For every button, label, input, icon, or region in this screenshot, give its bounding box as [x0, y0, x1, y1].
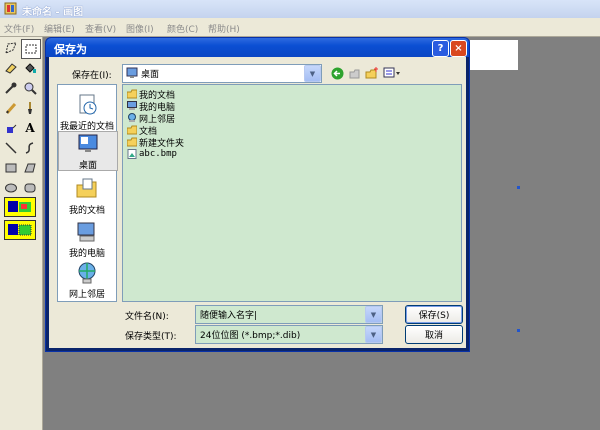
- save-in-combo[interactable]: 桌面 ▼: [122, 64, 322, 83]
- rect-select-icon[interactable]: [21, 39, 41, 59]
- my-computer-icon: [75, 220, 99, 244]
- paint-title-bar: 未命名 - 画图: [0, 0, 600, 18]
- network-icon: [127, 113, 137, 123]
- file-list[interactable]: 我的文档 我的电脑 网上邻居 文档 新建文件夹 abc.bmp: [122, 84, 462, 302]
- close-button[interactable]: ×: [450, 40, 467, 57]
- desktop-icon: [76, 132, 100, 156]
- list-item[interactable]: 我的电脑: [127, 100, 175, 113]
- save-in-value: 桌面: [141, 70, 160, 80]
- brush-icon[interactable]: [21, 99, 39, 117]
- list-item[interactable]: 新建文件夹: [126, 136, 185, 149]
- paint-app-icon: [4, 2, 17, 15]
- desktop-small-icon: [126, 67, 138, 79]
- chevron-down-icon[interactable]: ▼: [365, 326, 382, 343]
- filetype-select[interactable]: 24位位图 (*.bmp;*.dib) ▼: [195, 325, 383, 344]
- menu-help[interactable]: 帮助(H): [208, 22, 240, 35]
- rectangle-tool-icon[interactable]: [2, 159, 20, 177]
- menu-bar: 文件(F) 编辑(E) 查看(V) 图像(I) 颜色(C) 帮助(H): [0, 18, 600, 37]
- paint-title: 未命名 - 画图: [22, 7, 84, 18]
- folder-docs-icon: [126, 89, 138, 99]
- file-name: abc.bmp: [139, 149, 177, 159]
- text-tool-icon[interactable]: A: [21, 119, 39, 137]
- color-picker-icon[interactable]: [2, 79, 20, 97]
- save-in-label: 保存在(I):: [72, 71, 112, 81]
- place-label: 我的电脑: [68, 249, 105, 259]
- resize-handle[interactable]: [517, 329, 520, 332]
- airbrush-icon[interactable]: [2, 119, 20, 137]
- save-button[interactable]: 保存(S): [405, 305, 463, 324]
- bitmap-file-icon: [127, 149, 137, 159]
- place-label: 桌面: [78, 161, 97, 171]
- free-select-icon[interactable]: [2, 39, 20, 57]
- list-item[interactable]: 网上邻居: [127, 112, 175, 125]
- menu-file[interactable]: 文件(F): [4, 22, 34, 35]
- drawing-canvas[interactable]: [470, 40, 518, 70]
- rounded-rect-tool-icon[interactable]: [21, 179, 39, 197]
- place-label: 我的文档: [68, 206, 105, 216]
- filename-label: 文件名(N):: [125, 312, 169, 322]
- eraser-icon[interactable]: [2, 59, 20, 77]
- folder-icon: [126, 125, 138, 135]
- places-bar: 我最近的文档 桌面 我的文档 我的电脑 网上邻居: [57, 84, 118, 302]
- dialog-title-bar: 保存为 ? ×: [46, 38, 469, 57]
- cancel-button[interactable]: 取消: [405, 325, 463, 344]
- curve-tool-icon[interactable]: [21, 139, 39, 157]
- resize-handle[interactable]: [517, 186, 520, 189]
- chevron-down-icon[interactable]: ▼: [365, 306, 382, 323]
- transparent-option-icon[interactable]: [4, 197, 36, 217]
- polygon-tool-icon[interactable]: [21, 159, 39, 177]
- menu-image[interactable]: 图像(I): [126, 22, 154, 35]
- filename-value: 随便输入名字|: [200, 311, 258, 321]
- place-my-computer[interactable]: 我的电脑: [58, 220, 116, 259]
- magnifier-icon[interactable]: [21, 79, 39, 97]
- place-label: 网上邻居: [68, 290, 105, 300]
- pencil-icon[interactable]: [2, 99, 20, 117]
- new-folder-icon[interactable]: [365, 66, 379, 80]
- menu-view[interactable]: 查看(V): [85, 22, 116, 35]
- filename-input[interactable]: 随便输入名字| ▼: [195, 305, 383, 324]
- help-button[interactable]: ?: [432, 40, 449, 57]
- folder-icon: [126, 137, 138, 147]
- line-tool-icon[interactable]: [2, 139, 20, 157]
- back-arrow-icon[interactable]: [330, 66, 344, 80]
- place-desktop[interactable]: 桌面: [58, 131, 118, 171]
- filetype-label: 保存类型(T):: [125, 332, 177, 342]
- menu-edit[interactable]: 编辑(E): [44, 22, 75, 35]
- list-item[interactable]: 文档: [126, 124, 157, 137]
- place-recent[interactable]: 我最近的文档: [58, 93, 116, 132]
- up-folder-icon[interactable]: [347, 66, 361, 80]
- chevron-down-icon[interactable]: ▼: [304, 65, 321, 82]
- recent-documents-icon: [75, 93, 99, 117]
- ellipse-tool-icon[interactable]: [2, 179, 20, 197]
- paint-toolbox: A: [0, 37, 43, 430]
- view-menu-icon[interactable]: [383, 66, 401, 80]
- computer-icon: [127, 101, 137, 111]
- place-network[interactable]: 网上邻居: [58, 261, 116, 300]
- dialog-title: 保存为: [54, 43, 87, 56]
- file-name: 新建文件夹: [139, 138, 185, 149]
- network-places-icon: [75, 261, 99, 285]
- list-item[interactable]: 我的文档: [126, 88, 175, 101]
- place-my-documents[interactable]: 我的文档: [58, 177, 116, 216]
- opaque-option-icon[interactable]: [4, 220, 36, 240]
- filetype-value: 24位位图 (*.bmp;*.dib): [200, 331, 301, 341]
- my-documents-icon: [75, 177, 99, 201]
- fill-bucket-icon[interactable]: [21, 59, 39, 77]
- list-item[interactable]: abc.bmp: [127, 148, 177, 160]
- menu-colors[interactable]: 颜色(C): [167, 22, 198, 35]
